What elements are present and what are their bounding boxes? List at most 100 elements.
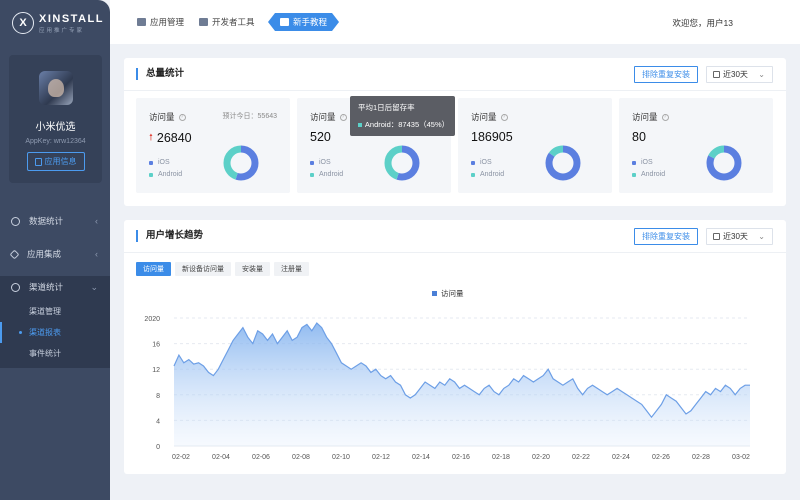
stat-predict: 预计今日：55643: [222, 113, 277, 120]
platform-donut[interactable]: [222, 144, 260, 182]
trend-chart[interactable]: 0 4 8 12 16 2020 02-02 02-04 02-06 02-08 02-10 02-1…: [124, 298, 786, 468]
x-tick-label: 02-06: [252, 454, 270, 461]
date-range-label: 近30天: [723, 232, 748, 241]
trend-card: 用户增长趋势 排除重复安装 近30天 ⌄ 访问量 新设备访问量 安装量 注册量 …: [124, 220, 786, 474]
stat-value: 520: [310, 130, 331, 144]
nav-label: 应用管理: [150, 17, 185, 27]
android-legend-dot: [358, 122, 362, 127]
series-legend-swatch: [432, 291, 437, 296]
exclude-duplicate-button[interactable]: 排除重复安装: [634, 66, 698, 83]
brand-mark-icon: X: [12, 12, 34, 34]
date-range-select[interactable]: 近30天 ⌄: [706, 228, 773, 245]
nav-label: 新手教程: [293, 17, 328, 27]
x-tick-label: 02-08: [292, 454, 310, 461]
tab-new-device-visits[interactable]: 新设备访问量: [175, 262, 231, 276]
nav-tutorial[interactable]: 新手教程: [268, 13, 339, 31]
help-icon[interactable]: ?: [178, 113, 186, 121]
app-info-button[interactable]: 应用信息: [26, 152, 85, 171]
tab-registrations[interactable]: 注册量: [274, 262, 309, 276]
submenu-item-event-stats[interactable]: 事件统计: [0, 343, 110, 364]
x-tick-label: 02-20: [532, 454, 550, 461]
channel-icon: [11, 282, 20, 292]
android-legend-dot: [149, 172, 153, 177]
legend-android: Android: [158, 171, 183, 178]
arrow-up-icon: 🠕: [149, 132, 153, 142]
document-icon: [34, 157, 42, 166]
y-tick-label: 12: [152, 367, 160, 374]
help-icon[interactable]: ?: [339, 113, 347, 121]
chevron-down-icon: ⌄: [758, 232, 765, 241]
x-tick-label: 02-14: [412, 454, 430, 461]
y-tick-label: 16: [152, 342, 160, 349]
chevron-down-icon: ⌄: [758, 70, 765, 79]
android-legend-dot: [632, 172, 636, 177]
pie-chart-icon: [11, 216, 20, 226]
x-tick-label: 02-16: [452, 454, 470, 461]
legend-android: Android: [319, 171, 344, 178]
chevron-left-icon: ‹: [95, 249, 98, 259]
trend-title: 用户增长趋势: [136, 230, 203, 242]
exclude-duplicate-button[interactable]: 排除重复安装: [634, 228, 698, 245]
x-tick-label: 02-04: [212, 454, 230, 461]
brand-logo[interactable]: X XINSTALL 应用推广专家: [12, 10, 104, 36]
metric-tabs: 访问量 新设备访问量 安装量 注册量: [136, 262, 309, 276]
legend-ios: iOS: [480, 159, 492, 166]
stat-value: 186905: [471, 130, 513, 144]
tab-visits[interactable]: 访问量: [136, 262, 171, 276]
platform-donut[interactable]: [705, 144, 743, 182]
sidebar-item-channel-stats[interactable]: 渠道统计 ⌄: [0, 276, 110, 298]
app-info-button-label: 应用信息: [44, 157, 77, 166]
legend-android: Android: [480, 171, 505, 178]
date-range-select[interactable]: 近30天 ⌄: [706, 66, 773, 83]
legend-ios: iOS: [641, 159, 653, 166]
ios-legend-dot: [310, 160, 314, 165]
x-tick-label: 02-10: [332, 454, 350, 461]
stat-label: 访问量: [310, 112, 336, 122]
nav-dev-tools[interactable]: 开发者工具: [199, 13, 255, 31]
stat-label: 访问量: [632, 112, 658, 122]
stat-value: 80: [632, 130, 646, 144]
summary-title: 总量统计: [136, 68, 184, 80]
sidebar-item-data-stats[interactable]: 数据统计 ‹: [0, 210, 110, 232]
submenu-item-channel-report[interactable]: 渠道报表: [0, 322, 110, 343]
brand-subtitle: 应用推广专家: [39, 27, 85, 34]
avatar: [38, 71, 73, 105]
box-icon: [137, 18, 146, 26]
sidebar-item-integration[interactable]: 应用集成 ‹: [0, 243, 110, 265]
calendar-icon: [713, 233, 720, 240]
stat-value: 26840: [156, 131, 192, 145]
x-tick-label: 02-12: [372, 454, 390, 461]
platform-donut[interactable]: [544, 144, 582, 182]
sidebar-menu: 数据统计 ‹ 应用集成 ‹ 渠道统计 ⌄ 渠道管理 渠道报表 事件统计: [0, 210, 110, 368]
nav-app-manage[interactable]: 应用管理: [137, 13, 184, 31]
tooltip-line: Android：87435（45%）: [364, 120, 450, 129]
series-area: [174, 323, 750, 446]
x-tick-label: 02-28: [692, 454, 710, 461]
ios-legend-dot: [632, 160, 636, 165]
tooltip-title: 平均1日后留存率: [358, 103, 415, 112]
android-legend-dot: [310, 172, 314, 177]
y-tick-label: 4: [156, 418, 160, 425]
top-bar: 应用管理 开发者工具 新手教程 欢迎您，用户13: [110, 0, 800, 44]
ios-legend-dot: [149, 160, 153, 165]
integration-icon: [9, 249, 20, 259]
x-tick-label: 03-02: [732, 454, 750, 461]
tab-installs[interactable]: 安装量: [235, 262, 270, 276]
ios-legend-dot: [471, 160, 475, 165]
x-tick-label: 02-02: [172, 454, 190, 461]
x-tick-label: 02-24: [612, 454, 630, 461]
stat-card: 访问量? 预计今日：55643 🠕 26840 iOS Android: [136, 98, 290, 193]
submenu-item-channel-manage[interactable]: 渠道管理: [0, 301, 110, 322]
sidebar: X XINSTALL 应用推广专家 小米优选 AppKey: wrw12364 …: [0, 0, 110, 500]
welcome-text: 欢迎您，用户13: [672, 18, 733, 28]
summary-card: 总量统计 排除重复安装 近30天 ⌄ 访问量? 预计今日：55643 🠕 2684…: [124, 58, 786, 206]
profile-appkey: AppKey: wrw12364: [25, 138, 86, 145]
help-icon[interactable]: ?: [661, 113, 669, 121]
help-icon[interactable]: ?: [500, 113, 508, 121]
legend-android: Android: [641, 171, 666, 178]
platform-donut[interactable]: [383, 144, 421, 182]
sidebar-item-label: 应用集成: [27, 249, 62, 259]
calendar-icon: [713, 71, 720, 78]
android-legend-dot: [471, 172, 475, 177]
sidebar-item-label: 渠道统计: [29, 282, 64, 292]
